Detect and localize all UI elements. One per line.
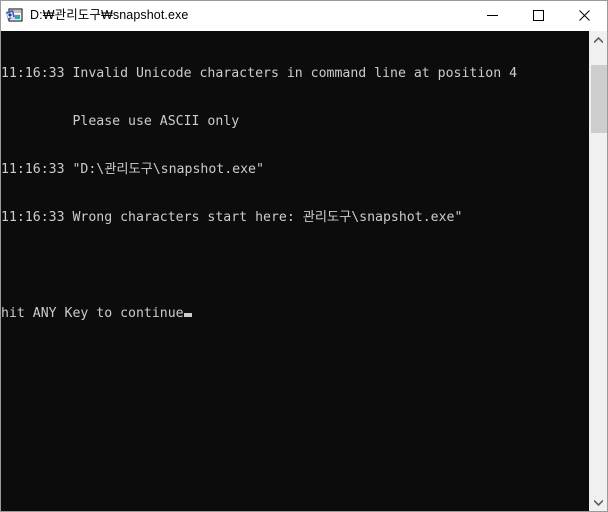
console-line: Please use ASCII only: [1, 114, 240, 129]
text-cursor: [183, 313, 192, 317]
scroll-down-arrow-icon[interactable]: [590, 494, 607, 511]
console-output[interactable]: 11:16:33 Invalid Unicode characters in c…: [1, 31, 589, 511]
console-window: D:₩관리도구₩snapshot.exe 11:16:33 Invalid Un…: [0, 0, 608, 512]
console-line: 11:16:33 Invalid Unicode characters in c…: [1, 66, 518, 81]
maximize-button[interactable]: [515, 1, 561, 30]
console-line: 11:16:33 Wrong characters start here: 관리…: [1, 210, 463, 225]
scroll-up-arrow-icon[interactable]: [590, 31, 607, 48]
console-body[interactable]: 11:16:33 Invalid Unicode characters in c…: [1, 31, 607, 511]
close-button[interactable]: [561, 1, 607, 30]
window-title: D:₩관리도구₩snapshot.exe: [30, 8, 189, 22]
console-line: 11:16:33 "D:\관리도구\snapshot.exe": [1, 162, 264, 177]
minimize-button[interactable]: [469, 1, 515, 30]
title-bar[interactable]: D:₩관리도구₩snapshot.exe: [1, 1, 607, 31]
console-prompt-line: hit ANY Key to continue: [1, 306, 589, 322]
console-prompt-text: hit ANY Key to continue: [1, 306, 184, 321]
snapshot-app-icon: [6, 7, 23, 24]
window-controls: [469, 1, 607, 30]
scrollbar-thumb[interactable]: [591, 65, 607, 133]
vertical-scrollbar[interactable]: [589, 31, 607, 511]
scrollbar-track[interactable]: [590, 48, 607, 494]
